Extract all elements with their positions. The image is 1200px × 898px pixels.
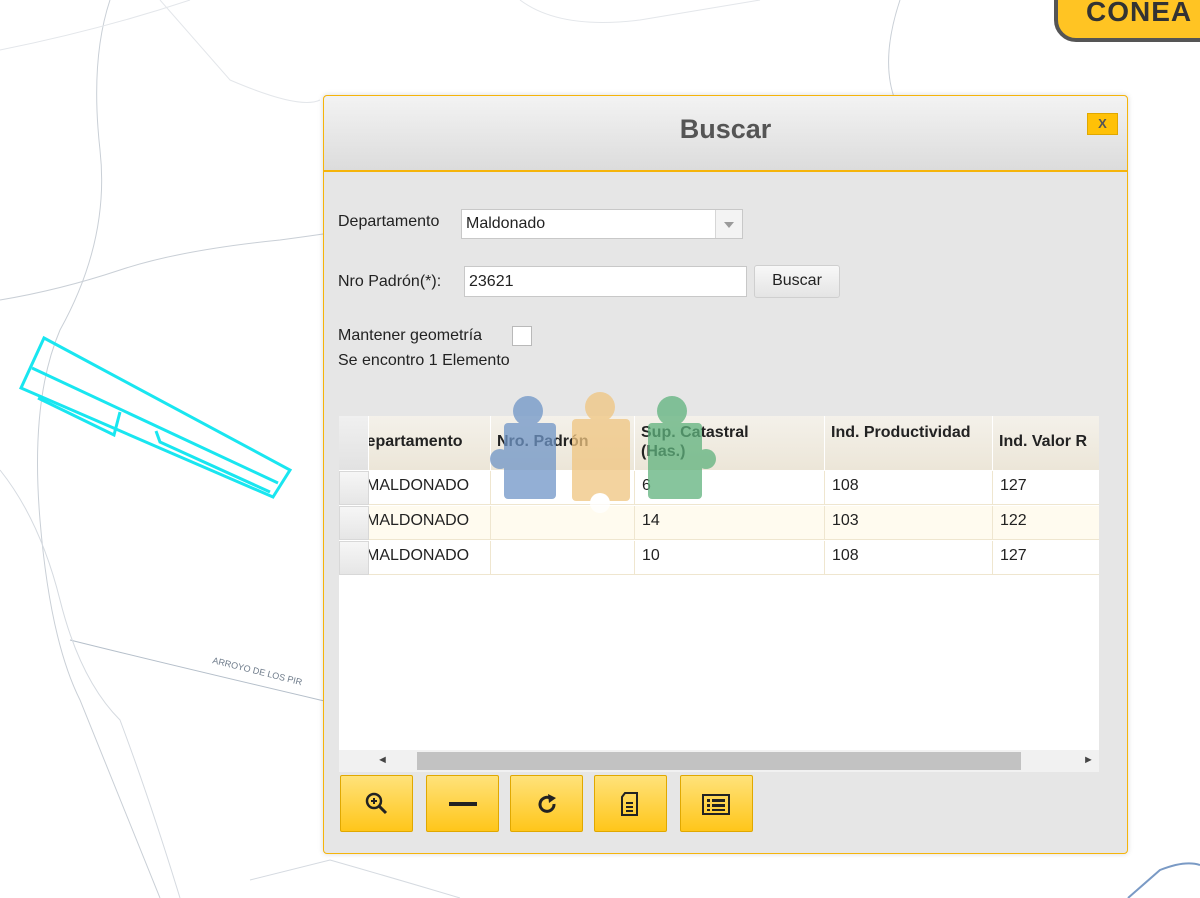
departamento-label: Departamento (338, 213, 440, 230)
conea-label: CONEA (1086, 0, 1193, 27)
row-selector[interactable] (339, 506, 369, 540)
col-ind-productividad[interactable]: Ind. Productividad (825, 416, 993, 470)
row-selector[interactable] (339, 541, 369, 575)
departamento-value: Maldonado (466, 215, 546, 232)
result-text: Se encontro 1 Elemento (338, 352, 510, 369)
dialog-title: Buscar (679, 114, 772, 144)
cell-sup: 10 (635, 541, 825, 575)
dialog-header[interactable]: Buscar X (324, 96, 1127, 172)
table-row[interactable]: MALDONADO 14 103 122 (339, 506, 1099, 540)
scroll-left-icon[interactable]: ◄ (377, 754, 388, 766)
cell-productividad: 108 (825, 541, 993, 575)
table-row[interactable]: MALDONADO 10 108 127 (339, 541, 1099, 575)
list-icon (702, 794, 730, 815)
search-dialog: Buscar X Departamento Maldonado Nro Padr… (323, 95, 1128, 854)
refresh-button[interactable] (510, 775, 583, 832)
row-selector-header (339, 416, 369, 470)
table-row[interactable]: MALDONADO 6 108 127 (339, 471, 1099, 505)
col-nro-padron[interactable]: Nro. Padrón (491, 416, 635, 470)
buscar-button[interactable]: Buscar (754, 265, 840, 298)
mantener-checkbox[interactable] (512, 326, 532, 346)
col-ind-valor[interactable]: Ind. Valor R (993, 416, 1099, 470)
cell-padron (491, 541, 635, 575)
zoom-in-button[interactable] (340, 775, 413, 832)
padron-label: Nro Padrón(*): (338, 273, 442, 290)
grid-header: Departamento Nro. Padrón Sup. Catastral … (339, 416, 1099, 470)
results-grid: Departamento Nro. Padrón Sup. Catastral … (339, 416, 1099, 772)
cell-departamento: MALDONADO (369, 471, 491, 505)
cell-valor: 127 (993, 541, 1099, 575)
cell-sup: 6 (635, 471, 825, 505)
cell-productividad: 103 (825, 506, 993, 540)
padron-input[interactable] (464, 266, 747, 297)
list-button[interactable] (680, 775, 753, 832)
refresh-icon (538, 794, 556, 813)
cell-sup: 14 (635, 506, 825, 540)
cell-padron (491, 506, 635, 540)
cell-padron (491, 471, 635, 505)
close-button[interactable]: X (1087, 113, 1118, 135)
scroll-right-icon[interactable]: ► (1083, 754, 1094, 766)
departamento-select[interactable]: Maldonado (461, 209, 743, 239)
zoom-in-icon (365, 792, 388, 815)
col-departamento[interactable]: Departamento (369, 416, 491, 470)
mantener-label: Mantener geometría (338, 327, 483, 344)
row-selector[interactable] (339, 471, 369, 505)
horizontal-scrollbar[interactable]: ◄ ► (339, 750, 1099, 772)
document-icon (621, 792, 638, 816)
road-label: ARROYO DE LOS PIR (212, 655, 304, 687)
minus-icon (449, 802, 477, 806)
chevron-down-icon[interactable] (715, 210, 742, 238)
cell-departamento: MALDONADO (369, 541, 491, 575)
parcel-outline (18, 335, 293, 499)
col-sup-catastral[interactable]: Sup. Catastral (Has.) (635, 416, 825, 470)
cell-valor: 127 (993, 471, 1099, 505)
scrollbar-thumb[interactable] (417, 752, 1021, 770)
cell-valor: 122 (993, 506, 1099, 540)
remove-button[interactable] (426, 775, 499, 832)
conea-button[interactable]: CONEA (1054, 0, 1200, 42)
document-button[interactable] (594, 775, 667, 832)
cell-departamento: MALDONADO (369, 506, 491, 540)
cell-productividad: 108 (825, 471, 993, 505)
